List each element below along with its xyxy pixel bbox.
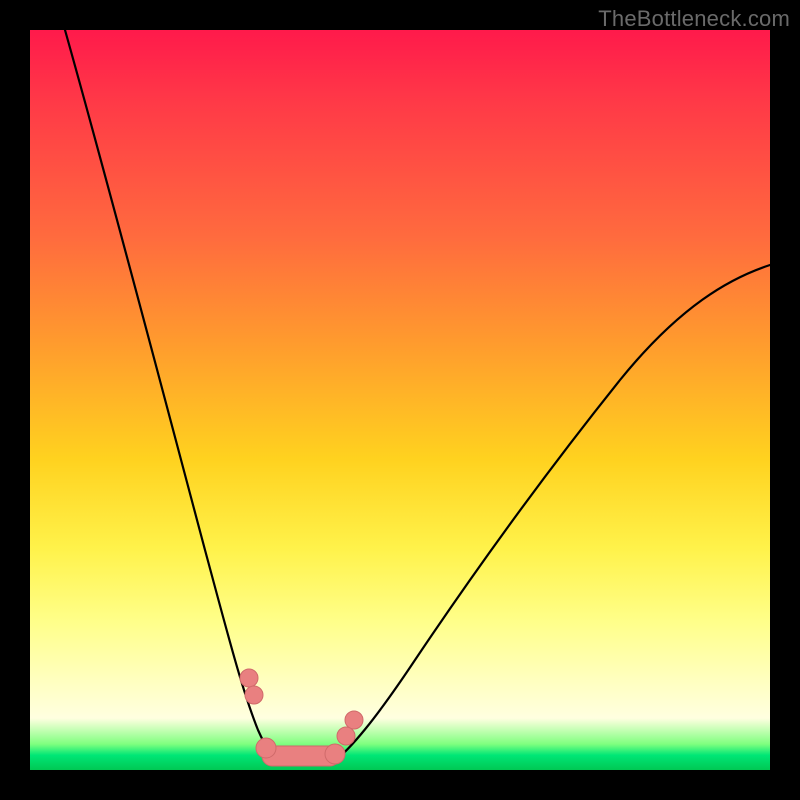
marker-dot bbox=[345, 711, 363, 729]
marker-dot bbox=[240, 669, 258, 687]
left-curve bbox=[65, 30, 282, 765]
right-curve bbox=[330, 265, 770, 765]
marker-dot bbox=[245, 686, 263, 704]
watermark-text: TheBottleneck.com bbox=[598, 6, 790, 32]
marker-dot bbox=[337, 727, 355, 745]
chart-frame: TheBottleneck.com bbox=[0, 0, 800, 800]
marker-dot bbox=[325, 744, 345, 764]
chart-plot-area bbox=[30, 30, 770, 770]
marker-dot bbox=[256, 738, 276, 758]
chart-curves-svg bbox=[30, 30, 770, 770]
